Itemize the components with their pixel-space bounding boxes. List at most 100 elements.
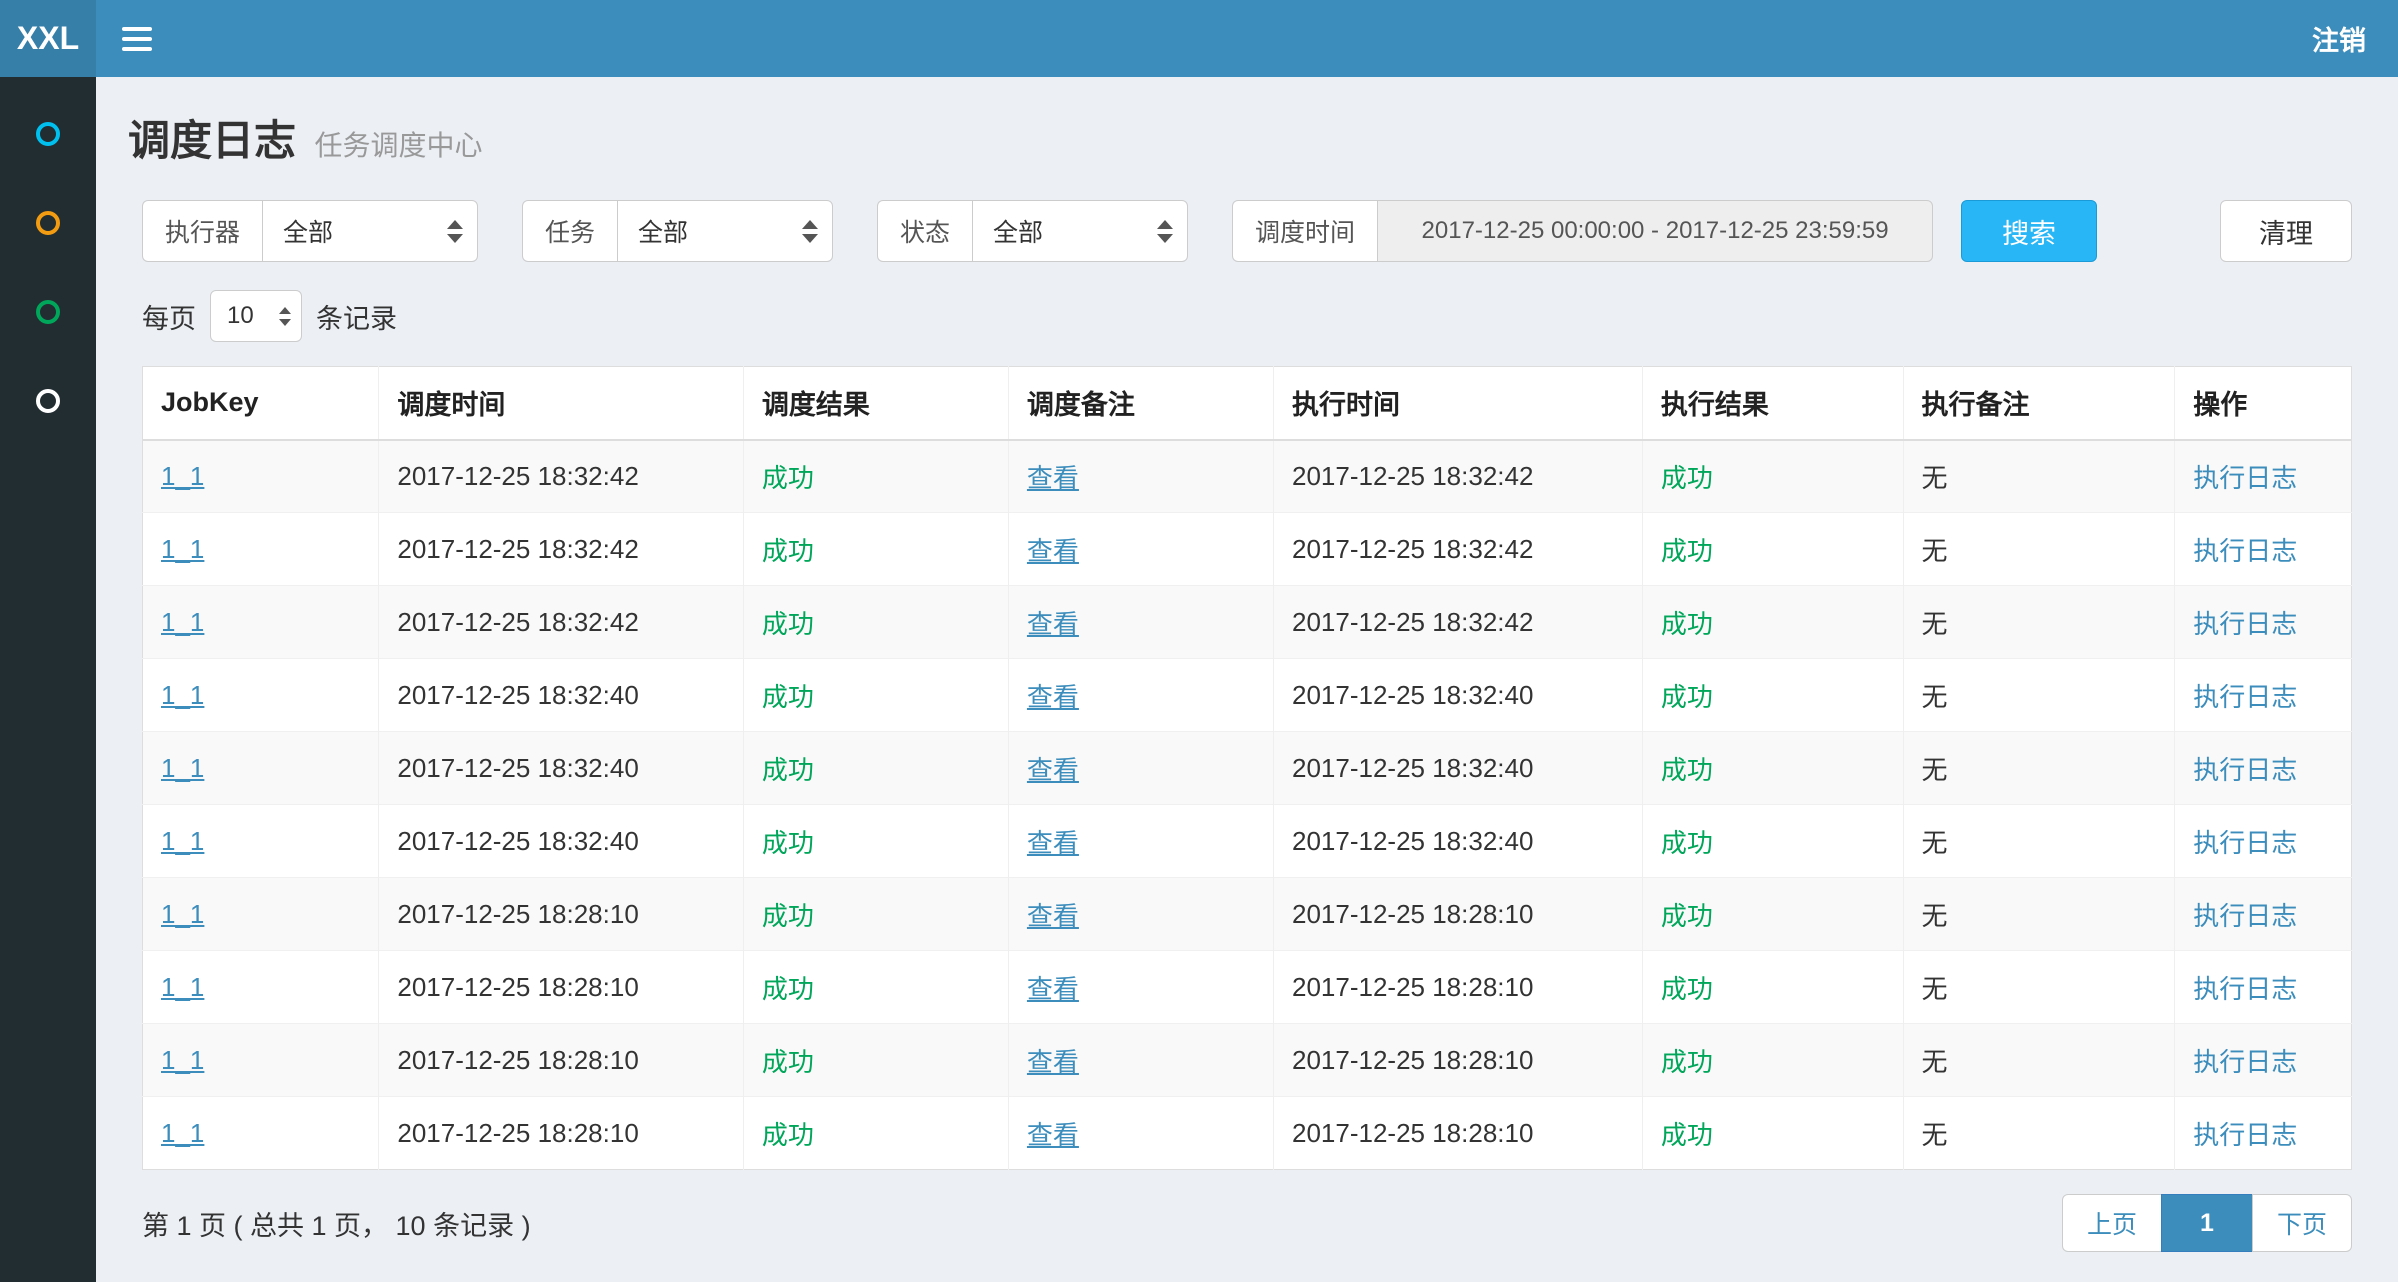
handle-msg-cell: 无 — [1922, 682, 1948, 712]
trigger-time-cell: 2017-12-25 18:32:42 — [397, 607, 638, 637]
select-arrows-icon — [1157, 220, 1173, 243]
exec-log-link[interactable]: 执行日志 — [2193, 536, 2297, 566]
handle-msg-cell: 无 — [1922, 828, 1948, 858]
executor-select[interactable]: 全部 — [262, 200, 478, 262]
page-1-button[interactable]: 1 — [2161, 1194, 2253, 1252]
exec-log-link[interactable]: 执行日志 — [2193, 609, 2297, 639]
jobkey-link[interactable]: 1_1 — [161, 1118, 204, 1148]
table-row: 1_12017-12-25 18:28:10成功查看2017-12-25 18:… — [143, 951, 2352, 1024]
jobkey-link[interactable]: 1_1 — [161, 972, 204, 1002]
page-size-row: 每页 10 条记录 — [142, 290, 2352, 342]
sidebar-toggle-button[interactable] — [96, 3, 178, 75]
sidebar-item-3[interactable] — [0, 267, 96, 356]
exec-log-link[interactable]: 执行日志 — [2193, 828, 2297, 858]
executor-filter-group: 执行器 全部 — [142, 200, 478, 262]
log-table: JobKey调度时间调度结果调度备注执行时间执行结果执行备注操作 1_1 2017… — [142, 366, 2352, 1170]
trigger-result-cell: 成功 — [762, 536, 814, 566]
circle-icon — [36, 389, 60, 413]
jobkey-link[interactable]: 1_1 — [161, 607, 204, 637]
jobkey-link[interactable]: 1_1 — [161, 753, 204, 783]
trigger-time-cell: 2017-12-25 18:28:10 — [397, 1045, 638, 1075]
job-select[interactable]: 全部 — [617, 200, 833, 262]
sidebar — [0, 77, 96, 1282]
page-size-suffix-label: 条记录 — [316, 297, 397, 336]
handle-time-cell: 2017-12-25 18:32:40 — [1292, 826, 1533, 856]
column-header: 调度结果 — [743, 367, 1008, 440]
handle-time-cell: 2017-12-25 18:32:42 — [1292, 461, 1533, 491]
trigger-msg-link[interactable]: 查看 — [1027, 755, 1079, 785]
trigger-time-cell: 2017-12-25 18:32:40 — [397, 826, 638, 856]
table-row: 1_1 2017-12-25 18:32:40 成功 查看 2017-12-25 18:… — [143, 805, 2352, 878]
handle-result-cell: 成功 — [1661, 1047, 1713, 1077]
handle-time-cell: 2017-12-25 18:32:42 — [1292, 534, 1533, 564]
trigger-msg-link[interactable]: 查看 — [1027, 1120, 1079, 1150]
exec-log-link[interactable]: 执行日志 — [2193, 463, 2297, 493]
job-label: 任务 — [522, 200, 617, 262]
exec-log-link[interactable]: 执行日志 — [2193, 901, 2297, 931]
handle-msg-cell: 无 — [1922, 974, 1948, 1004]
column-header: 执行结果 — [1642, 367, 1903, 440]
jobkey-link[interactable]: 1_1 — [161, 826, 204, 856]
handle-result-cell: 成功 — [1661, 828, 1713, 858]
exec-log-link[interactable]: 执行日志 — [2193, 682, 2297, 712]
page-size-select[interactable]: 10 — [210, 290, 302, 342]
handle-time-cell: 2017-12-25 18:28:10 — [1292, 1118, 1533, 1148]
job-filter-group: 任务 全部 — [522, 200, 833, 262]
trigger-time-cell: 2017-12-25 18:32:40 — [397, 753, 638, 783]
handle-time-cell: 2017-12-25 18:32:40 — [1292, 680, 1533, 710]
filter-toolbar: 执行器 全部 任务 全部 状态 全部 — [142, 200, 2352, 262]
table-row: 1_12017-12-25 18:28:10成功查看2017-12-25 18:… — [143, 1097, 2352, 1170]
page-subtitle: 任务调度中心 — [314, 130, 482, 161]
trigger-msg-link[interactable]: 查看 — [1027, 463, 1079, 493]
handle-result-cell: 成功 — [1661, 463, 1713, 493]
trigger-msg-link[interactable]: 查看 — [1027, 901, 1079, 931]
trigger-msg-link[interactable]: 查看 — [1027, 682, 1079, 712]
app-logo[interactable]: XXL — [0, 0, 96, 77]
sidebar-item-4[interactable] — [0, 356, 96, 445]
executor-label: 执行器 — [142, 200, 262, 262]
trigger-msg-link[interactable]: 查看 — [1027, 609, 1079, 639]
handle-msg-cell: 无 — [1922, 1047, 1948, 1077]
next-page-button[interactable]: 下页 — [2252, 1194, 2352, 1252]
table-header-row: JobKey调度时间调度结果调度备注执行时间执行结果执行备注操作 — [143, 367, 2352, 440]
logout-link[interactable]: 注销 — [2280, 19, 2398, 58]
jobkey-link[interactable]: 1_1 — [161, 461, 204, 491]
trigger-msg-link[interactable]: 查看 — [1027, 1047, 1079, 1077]
handle-time-cell: 2017-12-25 18:32:42 — [1292, 607, 1533, 637]
jobkey-link[interactable]: 1_1 — [161, 680, 204, 710]
jobkey-link[interactable]: 1_1 — [161, 1045, 204, 1075]
handle-result-cell: 成功 — [1661, 682, 1713, 712]
trigger-msg-link[interactable]: 查看 — [1027, 536, 1079, 566]
status-select[interactable]: 全部 — [972, 200, 1188, 262]
search-button[interactable]: 搜索 — [1961, 200, 2097, 262]
exec-log-link[interactable]: 执行日志 — [2193, 1047, 2297, 1077]
handle-result-cell: 成功 — [1661, 536, 1713, 566]
handle-result-cell: 成功 — [1661, 609, 1713, 639]
page-header: 调度日志 任务调度中心 — [126, 99, 2368, 186]
trigger-result-cell: 成功 — [762, 682, 814, 712]
column-header: 执行时间 — [1274, 367, 1643, 440]
handle-msg-cell: 无 — [1922, 901, 1948, 931]
trigger-result-cell: 成功 — [762, 755, 814, 785]
exec-log-link[interactable]: 执行日志 — [2193, 974, 2297, 1004]
prev-page-button[interactable]: 上页 — [2062, 1194, 2162, 1252]
circle-icon — [36, 122, 60, 146]
sidebar-item-1[interactable] — [0, 89, 96, 178]
exec-log-link[interactable]: 执行日志 — [2193, 755, 2297, 785]
trigger-msg-link[interactable]: 查看 — [1027, 974, 1079, 1004]
clear-button[interactable]: 清理 — [2220, 200, 2352, 262]
trigger-msg-link[interactable]: 查看 — [1027, 828, 1079, 858]
handle-time-cell: 2017-12-25 18:28:10 — [1292, 972, 1533, 1002]
status-filter-group: 状态 全部 — [877, 200, 1188, 262]
exec-log-link[interactable]: 执行日志 — [2193, 1120, 2297, 1150]
table-row: 1_1 2017-12-25 18:32:42 成功 查看 2017-12-25 18:… — [143, 586, 2352, 659]
trigger-result-cell: 成功 — [762, 1047, 814, 1077]
handle-msg-cell: 无 — [1922, 536, 1948, 566]
table-row: 1_12017-12-25 18:32:40成功查看2017-12-25 18:… — [143, 659, 2352, 732]
top-navbar: XXL 注销 — [0, 0, 2398, 77]
sidebar-item-2[interactable] — [0, 178, 96, 267]
trigger-time-range-input[interactable]: 2017-12-25 00:00:00 - 2017-12-25 23:59:5… — [1377, 200, 1933, 262]
page-title: 调度日志 — [128, 117, 296, 164]
jobkey-link[interactable]: 1_1 — [161, 899, 204, 929]
jobkey-link[interactable]: 1_1 — [161, 534, 204, 564]
